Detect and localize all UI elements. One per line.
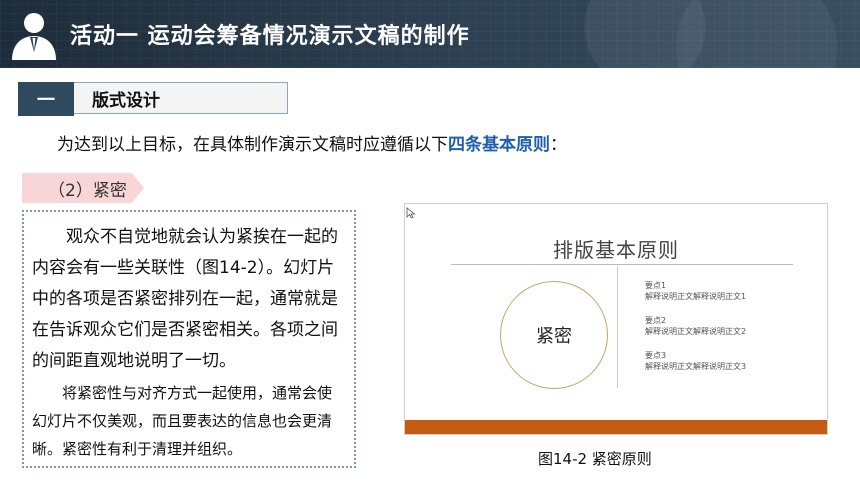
slide-divider [451, 264, 793, 265]
point-desc: 解释说明正文解释说明正文3 [645, 362, 747, 371]
circle-label: 紧密 [500, 281, 608, 389]
user-avatar-icon [12, 13, 56, 60]
point-desc: 解释说明正文解释说明正文1 [645, 292, 747, 301]
example-slide: 排版基本原则 紧密 要点1 解释说明正文解释说明正文1 要点2 解释说明正文解释… [404, 203, 828, 435]
body-paragraph-2: 将紧密性与对齐方式一起使用，通常会使幻灯片不仅美观，而且要表达的信息也会更清晰。… [32, 384, 333, 458]
slide-title: 排版基本原则 [553, 238, 679, 262]
page-title: 活动一 运动会筹备情况演示文稿的制作 [70, 24, 470, 49]
intro-text: 为达到以上目标，在具体制作演示文稿时应遵循以下四条基本原则： [57, 130, 567, 155]
section-number: 一 [18, 82, 74, 116]
point-item: 要点2 解释说明正文解释说明正文2 [645, 315, 746, 337]
section-title: 版式设计 [74, 82, 288, 114]
mouse-cursor-icon [406, 207, 416, 219]
body-textbox: 观众不自觉地就会认为紧挨在一起的内容会有一些关联性（图14-2）。幻灯片中的各项… [22, 210, 356, 468]
slide-bottom-bar [405, 420, 827, 434]
intro-suffix: ： [550, 135, 567, 155]
point-title: 要点2 [645, 316, 667, 325]
point-title: 要点3 [645, 351, 667, 360]
figure-caption: 图14-2 紧密原则 [538, 450, 652, 468]
point-desc: 解释说明正文解释说明正文2 [645, 327, 747, 336]
body-paragraph-1: 观众不自觉地就会认为紧挨在一起的内容会有一些关联性（图14-2）。幻灯片中的各项… [32, 227, 338, 371]
intro-prefix: 为达到以上目标，在具体制作演示文稿时应遵循以下 [57, 135, 448, 155]
point-item: 要点1 解释说明正文解释说明正文1 [645, 280, 746, 302]
header-banner: 活动一 运动会筹备情况演示文稿的制作 [0, 0, 860, 68]
vertical-divider [617, 266, 618, 388]
point-title: 要点1 [645, 281, 667, 290]
point-item: 要点3 解释说明正文解释说明正文3 [645, 350, 746, 372]
principle-tag: （2）紧密 [22, 173, 144, 203]
intro-highlight: 四条基本原则 [448, 135, 550, 155]
